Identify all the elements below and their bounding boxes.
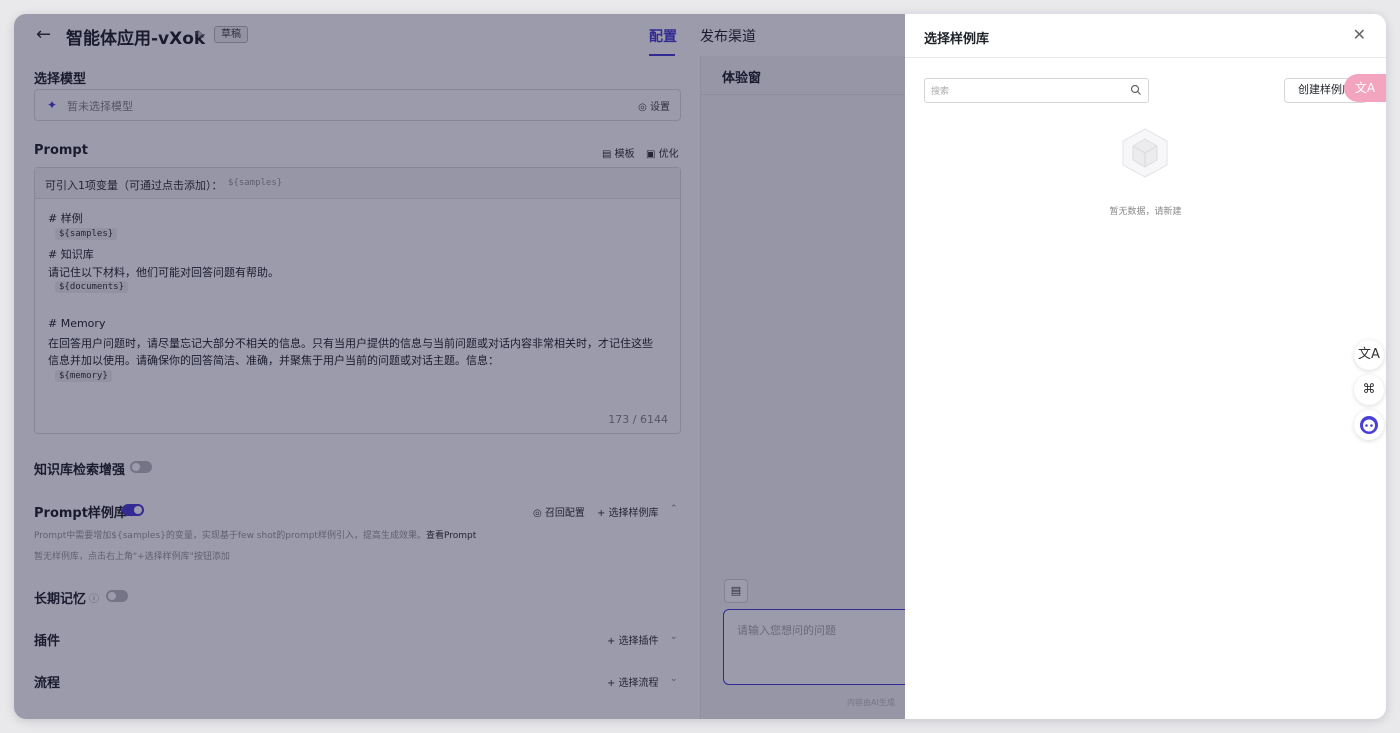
modal-overlay[interactable]: [14, 14, 905, 719]
select-sample-lib-drawer: 选择样例库 ✕ 创建样例库 暂无数据，请新建: [905, 14, 1386, 719]
drawer-title: 选择样例库: [924, 32, 990, 47]
close-icon[interactable]: ✕: [1353, 25, 1366, 44]
drawer-header: 选择样例库 ✕: [905, 14, 1386, 58]
empty-state-text: 暂无数据，请新建: [1109, 207, 1182, 217]
search-input[interactable]: [931, 83, 1121, 98]
app-window: ← 智能体应用-vXok ✎ 草稿 配置 发布渠道 选择模型 ✦ 暂未选择模型 …: [14, 14, 1386, 719]
translate-float-icon[interactable]: 文A: [1344, 74, 1386, 102]
search-icon[interactable]: [1130, 84, 1142, 96]
translate-icon[interactable]: 文A: [1354, 340, 1384, 370]
empty-box-icon: [1122, 128, 1168, 178]
assistant-bot-icon[interactable]: [1354, 410, 1384, 440]
search-box: [924, 78, 1149, 103]
apps-icon[interactable]: ⌘: [1354, 375, 1384, 405]
